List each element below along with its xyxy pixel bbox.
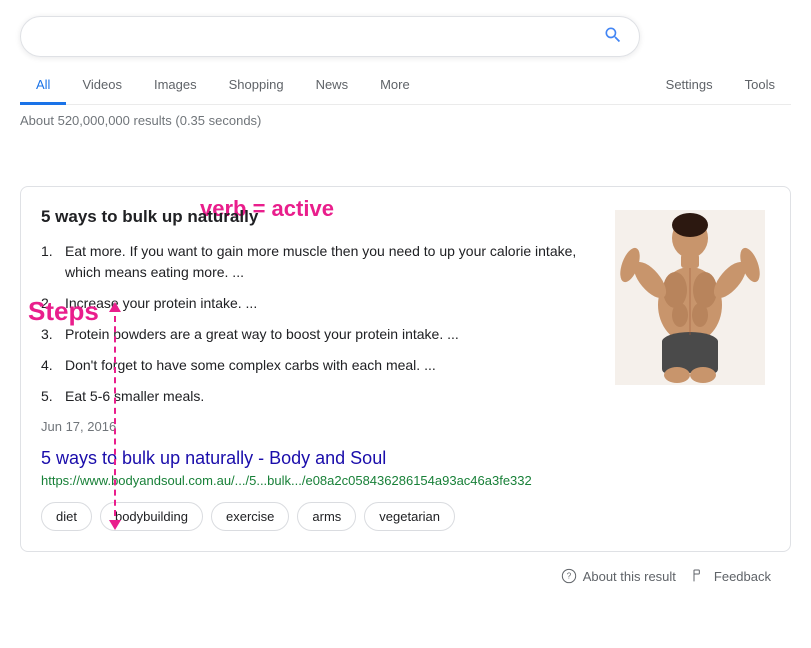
tab-more[interactable]: More xyxy=(364,67,426,105)
step-num-4: 4. xyxy=(41,355,65,376)
result-step-1: 1. Eat more. If you want to gain more mu… xyxy=(41,241,590,283)
result-footer: ? About this result Feedback xyxy=(20,558,791,594)
result-step-2: 2. Increase your protein intake. ... xyxy=(41,293,590,314)
step-text-3: Protein powders are a great way to boost… xyxy=(65,324,590,345)
result-tags: diet bodybuilding exercise arms vegetari… xyxy=(41,502,770,531)
nav-left: All Videos Images Shopping News More xyxy=(20,67,426,104)
tab-news[interactable]: News xyxy=(300,67,365,105)
muscle-figure-svg xyxy=(615,210,765,385)
nav-right: Settings Tools xyxy=(650,67,791,104)
tag-vegetarian[interactable]: vegetarian xyxy=(364,502,455,531)
nav-tabs: All Videos Images Shopping News More Set… xyxy=(20,67,791,105)
main-content: verb = active Steps 5 ways to bulk up na… xyxy=(0,186,811,594)
search-box[interactable]: how to bulk xyxy=(20,16,640,57)
step-num-5: 5. xyxy=(41,386,65,407)
search-icon xyxy=(603,25,623,45)
result-steps-list: 1. Eat more. If you want to gain more mu… xyxy=(41,241,590,407)
question-icon: ? xyxy=(561,568,577,584)
tag-exercise[interactable]: exercise xyxy=(211,502,289,531)
about-result-item[interactable]: ? About this result xyxy=(561,568,676,584)
tab-tools[interactable]: Tools xyxy=(729,67,791,105)
tab-settings[interactable]: Settings xyxy=(650,67,729,105)
step-num-3: 3. xyxy=(41,324,65,345)
search-input[interactable]: how to bulk xyxy=(37,28,595,46)
result-content: 5 ways to bulk up naturally 1. Eat more.… xyxy=(41,207,590,434)
result-card-title: 5 ways to bulk up naturally xyxy=(41,207,590,227)
tab-all[interactable]: All xyxy=(20,67,66,105)
result-link-title[interactable]: 5 ways to bulk up naturally - Body and S… xyxy=(41,448,770,469)
result-date: Jun 17, 2016 xyxy=(41,419,590,434)
step-num-1: 1. xyxy=(41,241,65,262)
step-text-5: Eat 5-6 smaller meals. xyxy=(65,386,590,407)
result-count: About 520,000,000 results (0.35 seconds) xyxy=(0,105,811,136)
tag-bodybuilding[interactable]: bodybuilding xyxy=(100,502,203,531)
tab-images[interactable]: Images xyxy=(138,67,213,105)
step-text-2: Increase your protein intake. ... xyxy=(65,293,590,314)
tab-videos[interactable]: Videos xyxy=(66,67,138,105)
about-result-label: About this result xyxy=(583,569,676,584)
result-image xyxy=(610,207,770,387)
step-num-2: 2. xyxy=(41,293,65,314)
result-step-4: 4. Don't forget to have some complex car… xyxy=(41,355,590,376)
result-link-row: 5 ways to bulk up naturally - Body and S… xyxy=(41,448,770,488)
result-step-3: 3. Protein powders are a great way to bo… xyxy=(41,324,590,345)
feedback-item[interactable]: Feedback xyxy=(692,568,771,584)
step-text-4: Don't forget to have some complex carbs … xyxy=(65,355,590,376)
tag-diet[interactable]: diet xyxy=(41,502,92,531)
search-button[interactable] xyxy=(603,25,623,48)
step-text-1: Eat more. If you want to gain more muscl… xyxy=(65,241,590,283)
tag-arms[interactable]: arms xyxy=(297,502,356,531)
result-step-5: 5. Eat 5-6 smaller meals. xyxy=(41,386,590,407)
result-card: 5 ways to bulk up naturally 1. Eat more.… xyxy=(20,186,791,552)
result-url: https://www.bodyandsoul.com.au/.../5...b… xyxy=(41,473,770,488)
feedback-label: Feedback xyxy=(714,569,771,584)
flag-icon xyxy=(692,568,708,584)
svg-text:?: ? xyxy=(566,572,571,581)
result-card-inner: 5 ways to bulk up naturally 1. Eat more.… xyxy=(41,207,770,434)
tab-shopping[interactable]: Shopping xyxy=(213,67,300,105)
